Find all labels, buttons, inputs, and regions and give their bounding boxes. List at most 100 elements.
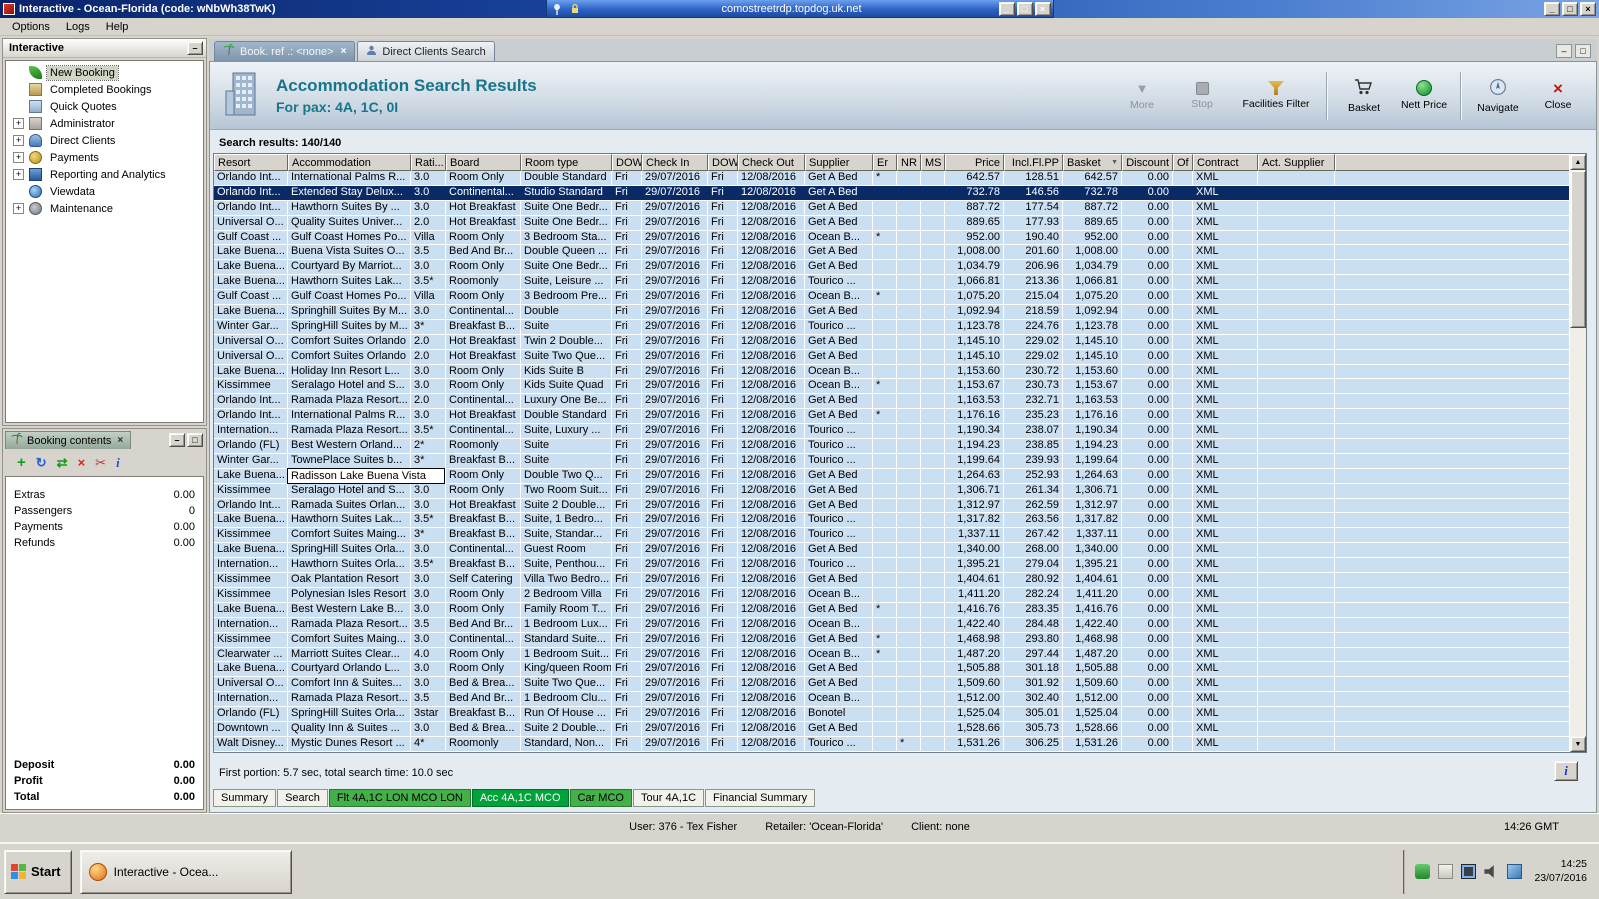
start-button[interactable]: Start (4, 849, 72, 894)
result-row[interactable]: Orlando Int... International Palms R... 3.… (214, 409, 1569, 425)
panel-minimize-button[interactable]: – (1556, 44, 1572, 58)
result-row[interactable]: Lake Buena... Hawthorn Suites Lak... 3.5* B… (214, 513, 1569, 529)
tab-direct-clients-search[interactable]: Direct Clients Search (357, 41, 495, 61)
expand-icon[interactable]: + (13, 203, 24, 214)
cut-icon[interactable]: ✂ (95, 456, 106, 469)
result-row[interactable]: Internation... Ramada Plaza Resort... 3.5 B… (214, 617, 1569, 633)
tab-tour[interactable]: Tour 4A,1C (632, 789, 705, 807)
nett-price-button[interactable]: Nett Price (1396, 68, 1452, 124)
result-row[interactable]: Orlando Int... Ramada Suites Orlan... 3.0 H… (214, 498, 1569, 514)
result-row[interactable]: Gulf Coast ... Gulf Coast Homes Po... Vill… (214, 290, 1569, 306)
column-header[interactable]: Of (1173, 154, 1193, 171)
column-header[interactable]: Resort (214, 154, 288, 171)
column-header[interactable]: DOW (612, 154, 642, 171)
sidebar-item-quick-quotes[interactable]: Quick Quotes (6, 98, 203, 115)
result-row[interactable]: Kissimmee Seralago Hotel and S... 3.0 Room … (214, 379, 1569, 395)
column-header[interactable]: Er (873, 154, 897, 171)
column-header[interactable]: Check Out (738, 154, 805, 171)
sidebar-item-reporting-analytics[interactable]: + Reporting and Analytics (6, 166, 203, 183)
updates-tray-icon[interactable] (1415, 864, 1431, 879)
volume-tray-icon[interactable] (1484, 865, 1494, 878)
booking-minimize-button[interactable]: – (169, 433, 185, 447)
result-row[interactable]: Gulf Coast ... Gulf Coast Homes Po... Vill… (214, 230, 1569, 246)
app-maximize-button[interactable]: □ (1562, 2, 1578, 16)
list-item[interactable]: Refunds 0.00 (6, 535, 203, 551)
sidebar-item-viewdata[interactable]: Viewdata (6, 183, 203, 200)
column-header[interactable]: Board (446, 154, 521, 171)
scroll-down-button[interactable]: ▼ (1570, 736, 1586, 752)
expand-icon[interactable]: + (13, 135, 24, 146)
navigate-button[interactable]: Navigate (1470, 68, 1526, 124)
stop-button[interactable]: Stop (1174, 68, 1230, 124)
column-header[interactable]: DOW (708, 154, 738, 171)
column-header[interactable]: Accommodation (288, 154, 411, 171)
result-row[interactable]: Winter Gar... TownePlace Suites b... 3* Bre… (214, 453, 1569, 469)
result-row[interactable]: Orlando (FL) SpringHill Suites Orla... 3st… (214, 707, 1569, 722)
inline-edit-box[interactable]: Radisson Lake Buena Vista (287, 467, 445, 484)
collapse-panel-button[interactable]: – (187, 41, 203, 55)
result-row[interactable]: Kissimmee Seralago Hotel and S... 3.0 Room … (214, 483, 1569, 499)
result-row[interactable]: Clearwater ... Marriott Suites Clear... 4.… (214, 647, 1569, 663)
result-row[interactable]: Walt Disney... Mystic Dunes Resort ... 4* R… (214, 736, 1569, 752)
delete-icon[interactable]: × (78, 456, 86, 469)
result-row[interactable]: Internation... Ramada Plaza Resort... 3.5*… (214, 424, 1569, 440)
mail-tray-icon[interactable] (1438, 864, 1454, 879)
sidebar-item-maintenance[interactable]: + Maintenance (6, 200, 203, 217)
list-item[interactable]: Extras 0.00 (6, 487, 203, 503)
result-row[interactable]: Downtown ... Quality Inn & Suites ... 3.0 B… (214, 721, 1569, 737)
result-row[interactable]: Orlando (FL) Best Western Orland... 2* Room… (214, 439, 1569, 454)
app-minimize-button[interactable]: _ (1544, 2, 1560, 16)
rdp-minimize-button[interactable]: _ (998, 1, 1015, 16)
result-row[interactable]: Universal O... Comfort Suites Orlando 2.0 H… (214, 349, 1569, 365)
booking-maximize-button[interactable]: □ (187, 433, 203, 447)
refresh-icon[interactable]: ↻ (36, 456, 47, 469)
column-header[interactable]: Room type (521, 154, 612, 171)
result-row[interactable]: Kissimmee Oak Plantation Resort 3.0 Self Ca… (214, 573, 1569, 588)
info-icon[interactable]: i (116, 456, 120, 469)
expand-icon[interactable]: + (13, 118, 24, 129)
tab-summary[interactable]: Summary (213, 789, 277, 807)
result-row[interactable]: Kissimmee Polynesian Isles Resort 3.0 Room … (214, 587, 1569, 603)
more-button[interactable]: ▼ More (1114, 68, 1170, 124)
close-booking-contents-icon[interactable]: × (115, 435, 125, 446)
result-row[interactable]: Lake Buena... SpringHill Suites Orla... 3.… (214, 543, 1569, 559)
column-header[interactable]: Basket ▼ (1063, 154, 1122, 171)
column-header[interactable]: Contract (1193, 154, 1258, 171)
vertical-scrollbar[interactable]: ▲ ▼ (1569, 154, 1586, 752)
sidebar-item-administrator[interactable]: + Administrator (6, 115, 203, 132)
result-row[interactable]: Orlando Int... Extended Stay Delux... 3.0 C… (214, 185, 1569, 201)
sidebar-item-completed-bookings[interactable]: Completed Bookings (6, 81, 203, 98)
scrollbar-thumb[interactable] (1570, 170, 1586, 328)
column-header[interactable]: NR (897, 154, 921, 171)
tab-booking-ref[interactable]: Book. ref .: <none> × (214, 41, 356, 61)
display-tray-icon[interactable] (1461, 864, 1477, 879)
result-row[interactable]: Lake Buena... Springhill Suites By M... 3.… (214, 305, 1569, 320)
booking-contents-tab[interactable]: Booking contents × (5, 431, 132, 449)
expand-icon[interactable]: + (13, 152, 24, 163)
add-icon[interactable]: + (17, 455, 26, 470)
result-row[interactable]: Lake Buena... Radisson Lake Buena Vista Ro… (214, 467, 1569, 484)
taskbar-app-button[interactable]: Interactive - Ocea... (79, 849, 292, 894)
sidebar-item-new-booking[interactable]: New Booking (6, 64, 203, 81)
tab-car[interactable]: Car MCO (569, 789, 632, 807)
sidebar-item-payments[interactable]: + Payments (6, 149, 203, 166)
list-item[interactable]: Payments 0.00 (6, 519, 203, 535)
result-row[interactable]: Orlando Int... Ramada Plaza Resort... 2.0 C… (214, 394, 1569, 410)
tab-accommodation[interactable]: Acc 4A,1C MCO (471, 789, 569, 807)
tab-flight[interactable]: Flt 4A,1C LON MCO LON (328, 789, 471, 807)
result-row[interactable]: Lake Buena... Courtyard By Marriot... 3.0 R… (214, 260, 1569, 276)
result-row[interactable]: Orlando Int... Hawthorn Suites By ... 3.0 H… (214, 200, 1569, 216)
column-header[interactable]: Rati... (411, 154, 446, 171)
basket-button[interactable]: Basket (1336, 68, 1392, 124)
result-row[interactable]: Lake Buena... Buena Vista Suites O... 3.5 B… (214, 245, 1569, 261)
rdp-restore-button[interactable]: □ (1016, 1, 1033, 16)
transfer-icon[interactable]: ⇄ (57, 456, 68, 469)
result-row[interactable]: Universal O... Comfort Inn & Suites... 3.0… (214, 677, 1569, 693)
tab-search[interactable]: Search (277, 789, 328, 807)
column-header[interactable]: Supplier (805, 154, 873, 171)
result-row[interactable]: Lake Buena... Best Western Lake B... 3.0 Ro… (214, 602, 1569, 618)
list-item[interactable]: Passengers 0 (6, 503, 203, 519)
result-row[interactable]: Kissimmee Comfort Suites Maing... 3* Breakf… (214, 528, 1569, 544)
column-header[interactable]: Price (945, 154, 1004, 171)
close-results-button[interactable]: × Close (1530, 68, 1586, 124)
